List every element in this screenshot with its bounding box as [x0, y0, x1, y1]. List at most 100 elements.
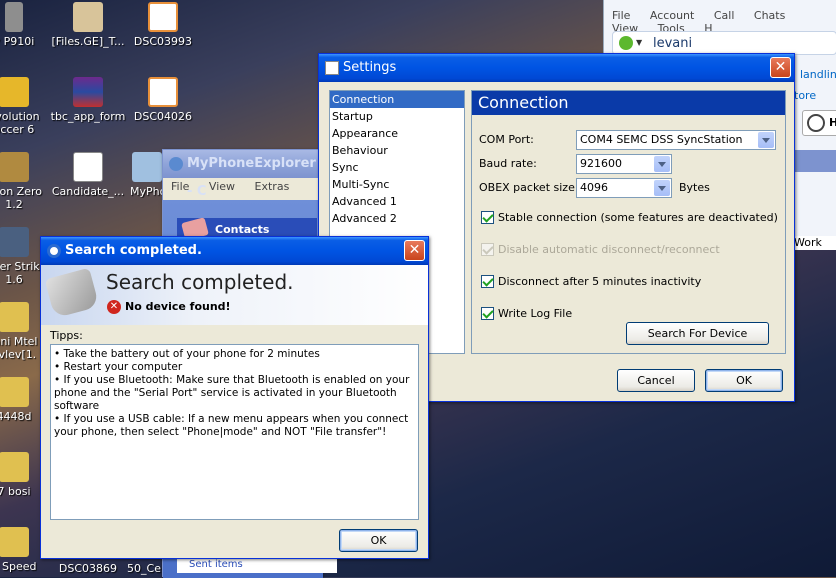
nav-item-sync[interactable]: Sync [330, 159, 464, 176]
clock-icon [807, 114, 825, 132]
settings-app-icon [325, 61, 339, 75]
desktop-icon-files-ge[interactable]: [Files.GE]_T... [49, 2, 127, 48]
sent-items-nav-item[interactable]: Sent items [177, 557, 337, 573]
skype-lower-band [790, 150, 836, 172]
online-status-icon [619, 36, 633, 50]
obex-size-value: 4096 [580, 181, 608, 194]
tip-item: • Restart your computer [54, 361, 183, 373]
stable-connection-label: Stable connection (some features are dea… [498, 211, 778, 224]
skype-menu-file[interactable]: File [612, 9, 630, 22]
desktop-icon-candidate[interactable]: Candidate_... [49, 152, 127, 198]
disable-auto-disconnect-checkbox: Disable automatic disconnect/reconnect [481, 243, 720, 256]
desktop-icon-tbc-app-form[interactable]: tbc_app_form [49, 77, 127, 123]
game-icon [0, 77, 29, 107]
myphone-menu-view[interactable]: View [209, 180, 235, 193]
search-title: Search completed. [65, 243, 202, 258]
archive-icon [73, 2, 103, 32]
skype-link-landline[interactable]: landline [800, 68, 836, 81]
skype-menu-call[interactable]: Call [714, 9, 735, 22]
search-completed-dialog: Search completed. ✕ Search completed. ✕ … [40, 236, 429, 559]
document-icon [73, 152, 103, 182]
shortcut-icon [0, 452, 29, 482]
settings-title: Settings [343, 60, 397, 75]
write-log-checkbox[interactable]: Write Log File [481, 307, 572, 320]
chevron-down-icon[interactable] [758, 132, 774, 148]
myphone-menu-file[interactable]: File [171, 180, 189, 193]
myphone-icon [132, 152, 162, 182]
checkbox-check-icon[interactable] [481, 211, 494, 224]
settings-titlebar: Settings ✕ [319, 54, 794, 82]
skype-menu-chats[interactable]: Chats [754, 9, 785, 22]
myphone-app-icon [47, 244, 61, 258]
chevron-down-icon: ▼ [636, 38, 643, 47]
obex-unit-label: Bytes [679, 181, 710, 194]
nav-item-multi-sync[interactable]: Multi-Sync [330, 176, 464, 193]
write-log-label: Write Log File [498, 307, 573, 320]
skype-menu-account[interactable]: Account [650, 9, 694, 22]
tip-item: • If you use Bluetooth: Make sure that B… [54, 374, 413, 412]
nav-item-advanced-2[interactable]: Advanced 2 [330, 210, 464, 227]
desktop-icon-condition-zero[interactable]: lition Zero 1.2 [0, 152, 53, 211]
baud-rate-value: 921600 [580, 157, 622, 170]
baud-rate-label: Baud rate: [479, 157, 537, 170]
com-port-value: COM4 SEMC DSS SyncStation [580, 133, 743, 146]
error-icon: ✕ [107, 300, 121, 314]
chevron-down-icon[interactable] [654, 180, 670, 196]
skype-link-store[interactable]: tore [794, 89, 816, 102]
nav-item-connection[interactable]: Connection [330, 91, 464, 108]
skype-list-header: Work [794, 236, 836, 250]
connection-panel: Connection COM Port: COM4 SEMC DSS SyncS… [471, 90, 786, 354]
search-close-button[interactable]: ✕ [404, 240, 425, 261]
search-heading: Search completed. [106, 270, 294, 294]
search-for-device-button[interactable]: Search For Device [626, 322, 769, 345]
nav-item-advanced-1[interactable]: Advanced 1 [330, 193, 464, 210]
settings-close-button[interactable]: ✕ [770, 57, 791, 78]
disconnect-5min-label: Disconnect after 5 minutes inactivity [498, 275, 702, 288]
com-port-select[interactable]: COM4 SEMC DSS SyncStation [576, 130, 776, 150]
myphone-menu-extras[interactable]: Extras [255, 180, 290, 193]
settings-cancel-button[interactable]: Cancel [617, 369, 695, 392]
skype-status-bar[interactable]: ▼ levani [612, 31, 836, 55]
checkbox-check-icon [481, 243, 494, 256]
game-icon [0, 152, 29, 182]
desktop-icon-evolution-soccer[interactable]: Evolution occer 6 [0, 77, 53, 136]
image-file-icon [148, 77, 178, 107]
tip-item: • If you use a USB cable: If a new menu … [54, 413, 412, 438]
tips-textarea[interactable]: • Take the battery out of your phone for… [50, 344, 419, 520]
tips-label: Tipps: [50, 329, 83, 342]
obex-size-select[interactable]: 4096 [576, 178, 672, 198]
nav-item-appearance[interactable]: Appearance [330, 125, 464, 142]
desktop-icon-dsc03993[interactable]: DSC03993 [124, 2, 202, 48]
shortcut-icon [0, 527, 29, 557]
myphone-menubar: File View Extras [171, 180, 305, 193]
settings-ok-button[interactable]: OK [705, 369, 783, 392]
shortcut-icon [0, 377, 29, 407]
com-port-label: COM Port: [479, 133, 534, 146]
phone-icon [5, 2, 23, 32]
obex-size-label: OBEX packet size: [479, 181, 579, 194]
desktop-icon-dsc04026[interactable]: DSC04026 [124, 77, 202, 123]
desktop-icon-myphone[interactable]: MyPho [124, 152, 164, 198]
checkbox-check-icon[interactable] [481, 307, 494, 320]
tip-item: • Take the battery out of your phone for… [54, 348, 320, 360]
disable-auto-disconnect-label: Disable automatic disconnect/reconnect [498, 243, 720, 256]
skype-username: levani [653, 36, 693, 51]
myphone-app-icon [169, 157, 183, 171]
chevron-down-icon[interactable] [654, 156, 670, 172]
checkbox-check-icon[interactable] [481, 275, 494, 288]
desktop-icon-p910i[interactable]: y P910i [0, 2, 53, 48]
contacts-label: Contacts [215, 223, 270, 236]
stable-connection-checkbox[interactable]: Stable connection (some features are dea… [481, 211, 778, 224]
search-status: No device found! [125, 300, 231, 313]
search-ok-button[interactable]: OK [339, 529, 418, 552]
nav-item-startup[interactable]: Startup [330, 108, 464, 125]
nav-item-behaviour[interactable]: Behaviour [330, 142, 464, 159]
search-titlebar: Search completed. ✕ [41, 237, 428, 265]
skype-clock-button[interactable]: H [802, 110, 836, 136]
skype-clock-letter: H [829, 116, 836, 129]
disconnect-5min-checkbox[interactable]: Disconnect after 5 minutes inactivity [481, 275, 701, 288]
skype-work-label: Work [794, 236, 822, 249]
winrar-icon [73, 77, 103, 107]
sent-items-label: Sent items [189, 559, 243, 570]
baud-rate-select[interactable]: 921600 [576, 154, 672, 174]
